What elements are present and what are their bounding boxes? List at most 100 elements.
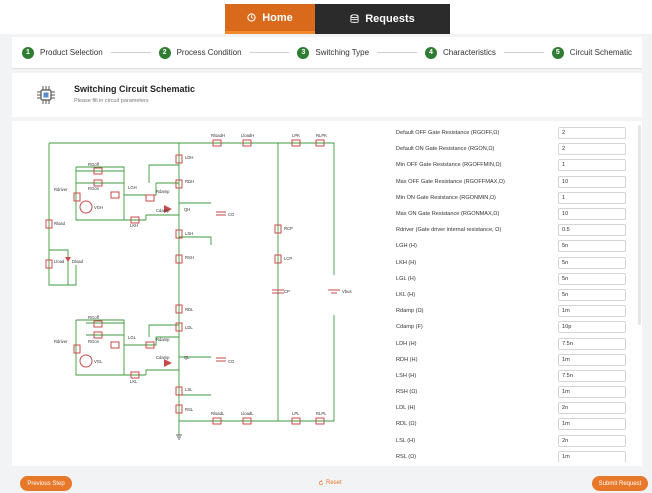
label-lkh: LKH bbox=[130, 223, 138, 228]
step-number: 3 bbox=[297, 46, 310, 59]
step-label: Product Selection bbox=[40, 48, 103, 57]
nav-home-tab[interactable]: Home bbox=[225, 4, 315, 34]
param-input-rgoff[interactable] bbox=[558, 127, 626, 140]
refresh-icon bbox=[318, 480, 324, 486]
param-input-rgon[interactable] bbox=[558, 143, 626, 156]
param-row: LSL (H) bbox=[396, 433, 636, 449]
submit-request-button[interactable]: Submit Request bbox=[592, 476, 648, 491]
label-ldl: LDL bbox=[185, 325, 193, 330]
param-label: RSL (Ω) bbox=[396, 453, 417, 460]
param-label: Min ON Gate Resistance (RGONMIN,Ω) bbox=[396, 194, 496, 201]
scrollbar[interactable] bbox=[638, 125, 641, 325]
database-icon bbox=[350, 14, 359, 23]
param-input-lgl[interactable] bbox=[558, 272, 626, 285]
param-row: Rdriver (Gate driver internal resistance… bbox=[396, 222, 636, 238]
label-ldh: LDH bbox=[185, 155, 193, 160]
reset-button[interactable]: Reset bbox=[318, 480, 342, 486]
step-divider bbox=[110, 52, 151, 53]
label-rdamp-top: Rdamp bbox=[156, 189, 170, 194]
chip-icon bbox=[37, 86, 55, 104]
param-label: LDH (H) bbox=[396, 340, 417, 347]
param-input-lsh[interactable] bbox=[558, 369, 626, 382]
step-divider bbox=[377, 52, 417, 53]
param-input-lkl[interactable] bbox=[558, 288, 626, 301]
main-nav: Home Requests bbox=[225, 4, 450, 34]
label-rgoff-top: RGoff bbox=[88, 162, 100, 167]
label-lgh: LGH bbox=[128, 185, 137, 190]
step-product-selection[interactable]: 1 Product Selection bbox=[22, 46, 103, 59]
param-label: Default ON Gate Resistance (RGON,Ω) bbox=[396, 146, 495, 153]
step-label: Switching Type bbox=[315, 48, 370, 57]
param-input-ldl[interactable] bbox=[558, 402, 626, 415]
param-row: Max ON Gate Resistance (RGONMAX,Ω) bbox=[396, 206, 636, 222]
label-lload: Lload bbox=[54, 259, 65, 264]
label-vgl: VGL bbox=[94, 359, 103, 364]
param-input-cdamp[interactable] bbox=[558, 321, 626, 334]
param-input-lsl[interactable] bbox=[558, 434, 626, 447]
label-cdamp-top: Cdamp bbox=[156, 208, 170, 213]
page-title: Switching Circuit Schematic bbox=[74, 84, 196, 94]
param-label: LKH (H) bbox=[396, 259, 417, 266]
param-row: Rdamp (Ω) bbox=[396, 303, 636, 319]
param-row: Max OFF Gate Resistance (RGOFFMAX,Ω) bbox=[396, 174, 636, 190]
nav-requests-label: Requests bbox=[365, 13, 415, 25]
label-cdamp-bot: Cdamp bbox=[156, 355, 170, 360]
label-lloadl: LloadL bbox=[241, 411, 254, 416]
param-label: LGL (H) bbox=[396, 275, 416, 282]
param-label: Rdamp (Ω) bbox=[396, 308, 424, 315]
progress-stepper: 1 Product Selection 2 Process Condition 3S… bbox=[12, 37, 642, 69]
parameter-form: Default OFF Gate Resistance (RGOFF,Ω) De… bbox=[396, 125, 636, 462]
label-rlpl: RLPL bbox=[316, 411, 327, 416]
param-input-rgoffmin[interactable] bbox=[558, 159, 626, 172]
param-row: LGL (H) bbox=[396, 271, 636, 287]
param-row: Min OFF Gate Resistance (RGOFFMIN,Ω) bbox=[396, 157, 636, 173]
param-input-rgoffmax[interactable] bbox=[558, 175, 626, 188]
param-input-rgonmax[interactable] bbox=[558, 208, 626, 221]
param-input-lgh[interactable] bbox=[558, 240, 626, 253]
step-characteristics[interactable]: 4 Characteristics bbox=[424, 46, 496, 59]
param-input-rsl[interactable] bbox=[558, 450, 626, 462]
param-input-lkh[interactable] bbox=[558, 256, 626, 269]
param-row: LDH (H) bbox=[396, 335, 636, 351]
param-row: RDL (Ω) bbox=[396, 416, 636, 432]
nav-requests-tab[interactable]: Requests bbox=[315, 4, 450, 34]
param-label: LSH (H) bbox=[396, 372, 417, 379]
param-row: RSH (Ω) bbox=[396, 384, 636, 400]
previous-step-button[interactable]: Previous Step bbox=[20, 476, 72, 491]
param-label: Cdamp (F) bbox=[396, 324, 423, 331]
label-qh: QH bbox=[184, 207, 190, 212]
label-rgoff-bot: RGoff bbox=[88, 315, 100, 320]
param-label: LSL (H) bbox=[396, 437, 416, 444]
param-label: RDH (H) bbox=[396, 356, 418, 363]
step-process-condition[interactable]: 2 Process Condition bbox=[158, 46, 242, 59]
label-rdh: RDH bbox=[185, 179, 194, 184]
label-rload: Rload bbox=[54, 221, 66, 226]
param-input-rdriver[interactable] bbox=[558, 224, 626, 237]
step-circuit-schematic[interactable]: 5 Circuit Schematic bbox=[551, 46, 632, 59]
step-divider bbox=[249, 52, 290, 53]
param-input-rdl[interactable] bbox=[558, 418, 626, 431]
param-label: LGH (H) bbox=[396, 243, 417, 250]
label-rgon-top: RGon bbox=[88, 186, 100, 191]
label-co-top: CO bbox=[228, 212, 235, 217]
circuit-schematic: LDH RDH RGoff RGon LGH Rdriver VGH Rdamp… bbox=[45, 133, 352, 440]
param-input-rdh[interactable] bbox=[558, 353, 626, 366]
label-rgon-bot: RGon bbox=[88, 339, 100, 344]
param-label: Max ON Gate Resistance (RGONMAX,Ω) bbox=[396, 211, 500, 218]
param-row: RDH (H) bbox=[396, 352, 636, 368]
step-switching-type[interactable]: 3 Switching Type bbox=[297, 46, 370, 59]
param-input-rdamp[interactable] bbox=[558, 305, 626, 318]
step-label: Characteristics bbox=[442, 48, 496, 57]
param-label: LKL (H) bbox=[396, 291, 416, 298]
label-lpl: LPL bbox=[292, 411, 300, 416]
param-input-ldh[interactable] bbox=[558, 337, 626, 350]
param-label: RDL (Ω) bbox=[396, 421, 417, 428]
label-vbus: Vbus bbox=[342, 289, 352, 294]
label-rdriver-top: Rdriver bbox=[54, 187, 68, 192]
label-rloadl: RloadL bbox=[211, 411, 225, 416]
label-lgl: LGL bbox=[128, 335, 137, 340]
reset-label: Reset bbox=[326, 480, 342, 486]
page-subtitle: Please fill in circuit parameters bbox=[74, 98, 149, 104]
param-input-rsh[interactable] bbox=[558, 386, 626, 399]
param-input-rgonmin[interactable] bbox=[558, 191, 626, 204]
